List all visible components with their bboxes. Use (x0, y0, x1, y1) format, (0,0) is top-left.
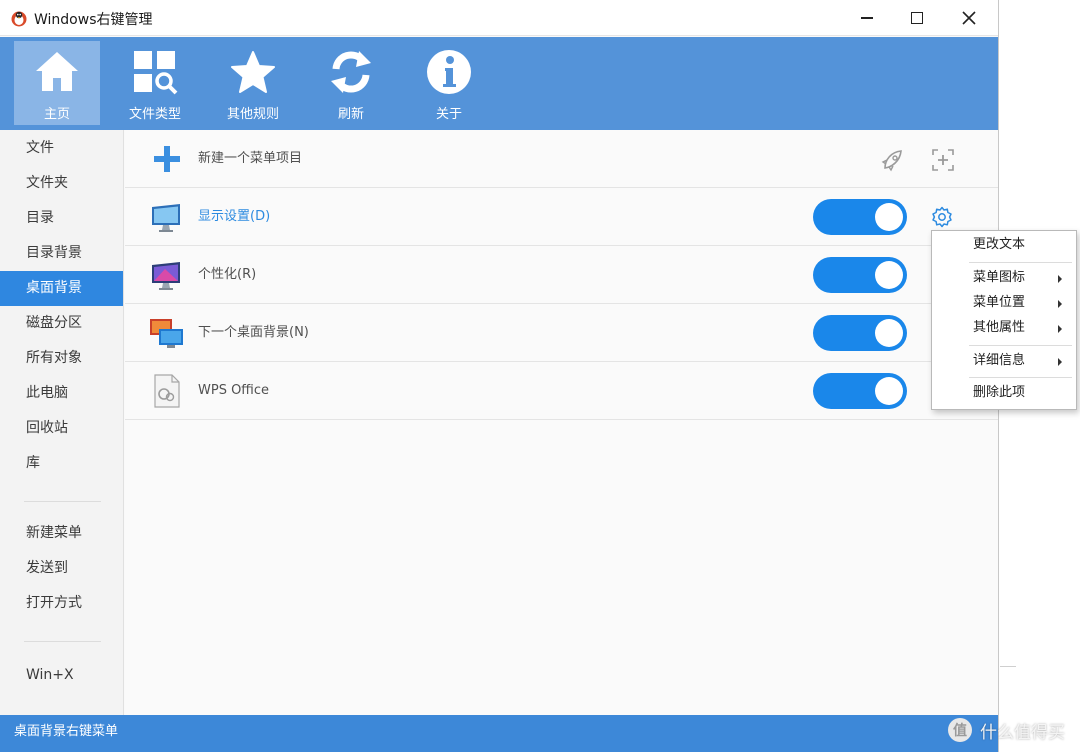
sidebar-item-new-menu[interactable]: 新建菜单 (0, 516, 123, 551)
menu-item-details[interactable]: 详细信息 (932, 349, 1076, 373)
menu-item-menu-icon[interactable]: 菜单图标 (932, 266, 1076, 290)
main-toolbar: 主页 文件类型 其他规则 刷新 关于 (0, 37, 998, 130)
menu-item-other-properties[interactable]: 其他属性 (932, 316, 1076, 340)
menu-item-label: 显示设置(D) (198, 209, 271, 224)
toggle-knob (875, 319, 903, 347)
toggle-knob (875, 203, 903, 231)
menu-item-label: 菜单位置 (973, 295, 1026, 310)
menu-item-change-text[interactable]: 更改文本 (932, 233, 1076, 257)
menu-item-row[interactable]: WPS Office (125, 362, 998, 420)
sidebar-item-this-pc[interactable]: 此电脑 (0, 376, 123, 411)
status-bar: 桌面背景右键菜单 (0, 715, 998, 752)
menu-separator (969, 345, 1072, 346)
submenu-arrow-icon (1058, 325, 1062, 333)
minimize-button[interactable] (842, 0, 892, 36)
watermark: 值 什么值得买 (948, 713, 1078, 747)
sidebar-item-folder[interactable]: 文件夹 (0, 166, 123, 201)
app-logo-icon (11, 11, 27, 27)
status-text: 桌面背景右键菜单 (14, 724, 119, 739)
refresh-icon (331, 51, 371, 93)
enable-toggle[interactable] (813, 199, 907, 235)
menu-item-label: WPS Office (198, 383, 270, 398)
tab-refresh-label: 刷新 (337, 107, 364, 122)
tab-home[interactable]: 主页 (14, 41, 100, 125)
tab-file-types[interactable]: 文件类型 (112, 41, 198, 125)
title-bar: Windows右键管理 (0, 0, 998, 36)
enable-toggle[interactable] (813, 373, 907, 409)
new-menu-item-row[interactable]: 新建一个菜单项目 (125, 130, 998, 188)
submenu-arrow-icon (1058, 275, 1062, 283)
tab-other-rules-label: 其他规则 (226, 107, 279, 122)
display-settings-icon (152, 204, 180, 232)
tab-refresh[interactable]: 刷新 (308, 41, 394, 125)
submenu-arrow-icon (1058, 300, 1062, 308)
sidebar-item-file[interactable]: 文件 (0, 131, 123, 166)
sidebar-item-disk-partition[interactable]: 磁盘分区 (0, 306, 123, 341)
watermark-logo-icon: 值 (948, 718, 972, 742)
star-icon (231, 51, 275, 93)
tab-home-label: 主页 (43, 107, 70, 122)
menu-item-label: 菜单图标 (973, 270, 1026, 285)
menu-item-row[interactable]: 显示设置(D) (125, 188, 998, 246)
close-button[interactable] (944, 0, 994, 36)
window-title: Windows右键管理 (34, 12, 153, 28)
menu-item-label: 下一个桌面背景(N) (198, 325, 309, 340)
maximize-button[interactable] (892, 0, 942, 36)
sidebar-item-directory[interactable]: 目录 (0, 201, 123, 236)
rocket-icon[interactable] (879, 146, 907, 174)
sidebar-item-desktop-background[interactable]: 桌面背景 (0, 271, 123, 306)
menu-item-row[interactable]: 个性化(R) (125, 246, 998, 304)
enable-toggle[interactable] (813, 257, 907, 293)
personalize-icon (152, 262, 180, 290)
sidebar-divider (24, 501, 101, 502)
watermark-text: 什么值得买 (980, 722, 1065, 743)
tab-file-types-label: 文件类型 (128, 107, 181, 122)
sidebar-item-directory-background[interactable]: 目录背景 (0, 236, 123, 271)
sidebar: 文件 文件夹 目录 目录背景 桌面背景 磁盘分区 所有对象 此电脑 回收站 库 … (0, 130, 124, 715)
background-line (1000, 666, 1016, 667)
new-menu-item-label: 新建一个菜单项目 (198, 151, 303, 166)
sidebar-item-library[interactable]: 库 (0, 446, 123, 481)
maximize-icon (911, 12, 923, 24)
gear-icon[interactable] (931, 206, 953, 228)
context-menu: 更改文本 菜单图标 菜单位置 其他属性 详细信息 删除此项 (931, 230, 1077, 410)
menu-item-delete[interactable]: 删除此项 (932, 381, 1076, 405)
enable-toggle[interactable] (813, 315, 907, 351)
menu-item-label: 个性化(R) (198, 267, 257, 282)
sidebar-item-win-x[interactable]: Win+X (0, 658, 123, 693)
close-icon (962, 11, 976, 25)
menu-item-menu-position[interactable]: 菜单位置 (932, 291, 1076, 315)
sidebar-item-send-to[interactable]: 发送到 (0, 551, 123, 586)
menu-separator (969, 262, 1072, 263)
file-types-icon (134, 51, 178, 95)
info-icon (427, 50, 471, 94)
menu-item-list: 新建一个菜单项目 显示设置(D) 个性化(R) 下一个桌面背景(N) WPS O… (125, 130, 998, 715)
sidebar-item-recycle-bin[interactable]: 回收站 (0, 411, 123, 446)
sidebar-divider (24, 641, 101, 642)
toggle-knob (875, 261, 903, 289)
menu-item-row[interactable]: 下一个桌面背景(N) (125, 304, 998, 362)
minimize-icon (861, 17, 873, 19)
home-icon (36, 52, 78, 91)
submenu-arrow-icon (1058, 358, 1062, 366)
menu-item-label: 更改文本 (973, 237, 1026, 252)
tab-about-label: 关于 (435, 107, 462, 122)
sidebar-item-open-with[interactable]: 打开方式 (0, 586, 123, 621)
wps-document-icon (154, 374, 180, 408)
menu-item-label: 其他属性 (973, 320, 1026, 335)
menu-item-label: 详细信息 (973, 353, 1026, 368)
tab-about[interactable]: 关于 (406, 41, 492, 125)
sidebar-item-all-objects[interactable]: 所有对象 (0, 341, 123, 376)
menu-item-label: 删除此项 (973, 385, 1026, 400)
menu-separator (969, 377, 1072, 378)
plus-icon (154, 146, 180, 172)
tab-other-rules[interactable]: 其他规则 (210, 41, 296, 125)
add-selection-icon[interactable] (929, 146, 957, 174)
toggle-knob (875, 377, 903, 405)
next-background-icon (150, 319, 183, 348)
app-window: Windows右键管理 主页 文件类型 其他规则 刷新 关于 文件 文件夹 目录… (0, 0, 999, 752)
